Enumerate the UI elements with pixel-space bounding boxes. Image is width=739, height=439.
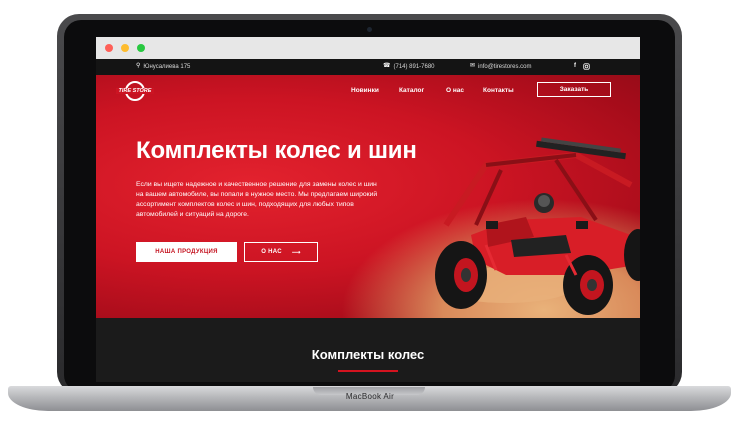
wheel-sets-section: Комплекты колес — [96, 318, 640, 382]
phone-icon: ☎ — [383, 63, 391, 69]
nav-link-new[interactable]: Новинки — [351, 87, 379, 94]
section-underline — [338, 370, 398, 372]
logo-text: TIRE STORE — [116, 88, 154, 94]
top-info-bar: ⚲ Юнусалиева 175 ☎ (714) 891-7680 ✉ info… — [96, 59, 640, 75]
address-text: Юнусалиева 175 — [143, 63, 191, 70]
model-label: MacBook Air — [345, 392, 395, 401]
email-item[interactable]: ✉ info@tirestores.com — [470, 63, 531, 70]
nav-link-about[interactable]: О нас — [446, 87, 464, 94]
about-us-label: О НАС — [261, 249, 282, 255]
buggy-image — [435, 137, 640, 315]
order-button[interactable]: Заказать — [537, 82, 611, 97]
our-products-button[interactable]: НАША ПРОДУКЦИЯ — [136, 242, 237, 262]
section-title: Комплекты колес — [311, 347, 425, 362]
laptop-mockup: ⚲ Юнусалиева 175 ☎ (714) 891-7680 ✉ info… — [0, 0, 739, 439]
maximize-window-button[interactable] — [137, 44, 145, 52]
nav-link-contacts[interactable]: Контакты — [483, 87, 514, 94]
arrow-right-icon: ⟶ — [291, 249, 301, 256]
location-pin-icon: ⚲ — [136, 63, 141, 69]
hero-section: TIRE STORE Новинки Каталог О нас Контакт… — [96, 75, 640, 318]
hero-description: Если вы ищете надежное и качественное ре… — [136, 181, 378, 218]
phone-item[interactable]: ☎ (714) 891-7680 — [383, 63, 435, 70]
browser-titlebar — [96, 37, 640, 59]
facebook-icon[interactable]: f — [574, 63, 576, 70]
address-item: ⚲ Юнусалиева 175 — [136, 63, 190, 70]
about-us-button[interactable]: О НАС ⟶ — [244, 242, 318, 262]
mail-icon: ✉ — [470, 63, 476, 69]
minimize-window-button[interactable] — [121, 44, 129, 52]
nav-link-catalog[interactable]: Каталог — [399, 87, 424, 94]
hero-title: Комплекты колес и шин — [136, 137, 417, 164]
phone-text[interactable]: (714) 891-7680 — [393, 64, 434, 70]
close-window-button[interactable] — [105, 44, 113, 52]
screen: ⚲ Юнусалиева 175 ☎ (714) 891-7680 ✉ info… — [96, 37, 640, 382]
email-text[interactable]: info@tirestores.com — [478, 64, 531, 70]
tire-store-logo[interactable]: TIRE STORE — [116, 81, 154, 103]
social-links: f — [574, 63, 590, 70]
camera-icon — [367, 27, 372, 32]
instagram-icon[interactable] — [583, 63, 590, 70]
